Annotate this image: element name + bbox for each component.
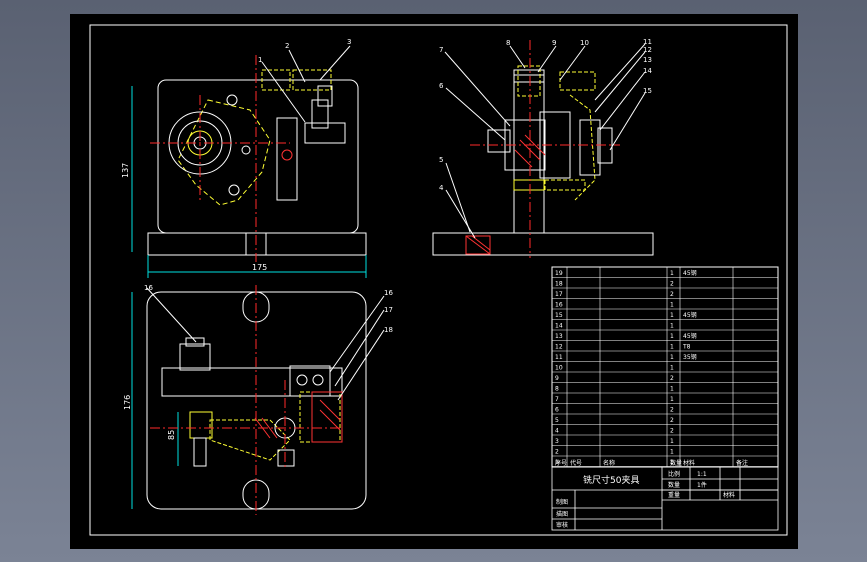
balloon-side-6: 6: [439, 82, 444, 90]
bom-cell-qty: 1: [670, 344, 674, 351]
scale-label: 比例: [668, 470, 680, 478]
bom-cell-qty: 1: [670, 270, 674, 277]
sheet-value: 1件: [697, 481, 707, 489]
bom-cell-no: 2: [555, 449, 559, 456]
balloon-side-4: 4: [439, 184, 444, 192]
bom-cell-qty: 2: [670, 291, 674, 298]
plan-inner-dim: 85: [167, 430, 176, 440]
designer-label: 制图: [556, 498, 568, 506]
bom-cell-qty: 1: [670, 333, 674, 340]
balloon-side-14: 14: [643, 67, 652, 75]
bom-header-cell: 名称: [603, 459, 615, 467]
balloon-front-3: 3: [347, 38, 351, 46]
balloon-side-5: 5: [439, 156, 443, 164]
balloon-plan-17: 17: [384, 306, 393, 314]
bom-header-cell: 材料: [683, 459, 695, 467]
bom-header-cell: 序号: [555, 459, 567, 467]
bom-cell-qty: 1: [670, 386, 674, 393]
front-height-dim: 137: [121, 163, 130, 178]
balloon-side-9: 9: [552, 39, 556, 47]
bom-cell-material: 45钢: [683, 269, 697, 277]
bom-cell-material: 35钢: [683, 353, 697, 361]
weight-label: 重量: [668, 491, 680, 499]
bom-cell-no: 10: [555, 365, 563, 372]
bom-cell-qty: 1: [670, 396, 674, 403]
bom-cell-qty: 1: [670, 449, 674, 456]
bom-header-cell: 数量: [670, 459, 682, 467]
cad-viewport: 137 175 1 2 3 4 5 6 7 8 9 10 11 12 13 14…: [70, 14, 798, 549]
bom-cell-qty: 1: [670, 365, 674, 372]
checker-label: 描图: [556, 510, 568, 518]
bom-cell-no: 6: [555, 407, 559, 414]
bom-cell-no: 16: [555, 302, 563, 309]
bom-cell-no: 5: [555, 417, 559, 424]
bom-cell-no: 18: [555, 281, 563, 288]
bom-cell-material: 45钢: [683, 332, 697, 340]
drawing-title: 铣尺寸50夹具: [583, 474, 639, 486]
plan-height-dim: 176: [123, 395, 132, 410]
bom-cell-qty: 1: [670, 354, 674, 361]
bom-cell-qty: 2: [670, 375, 674, 382]
balloon-side-10: 10: [580, 39, 589, 47]
balloon-side-15: 15: [643, 87, 652, 95]
balloon-front-2: 2: [285, 42, 289, 50]
balloon-side-8: 8: [506, 39, 510, 47]
bom-cell-qty: 1: [670, 323, 674, 330]
bom-cell-no: 11: [555, 354, 563, 361]
bom-cell-qty: 2: [670, 428, 674, 435]
bom-cell-no: 15: [555, 312, 563, 319]
bom-cell-material: T8: [682, 344, 691, 351]
bom-cell-no: 13: [555, 333, 563, 340]
material-label: 材料: [723, 491, 735, 499]
sheet-label: 数量: [668, 481, 680, 489]
bom-cell-material: 45钢: [683, 311, 697, 319]
bom-cell-qty: 2: [670, 281, 674, 288]
balloon-plan-18: 18: [384, 326, 393, 334]
bom-cell-no: 7: [555, 396, 559, 403]
balloon-plan-16a: 16: [144, 284, 153, 292]
scale-value: 1:1: [697, 471, 707, 478]
balloon-side-12: 12: [643, 46, 652, 54]
balloon-front-1: 1: [258, 56, 262, 64]
bom-cell-no: 14: [555, 323, 563, 330]
bom-cell-qty: 1: [670, 312, 674, 319]
bom-cell-no: 3: [555, 438, 559, 445]
drawing-sheet: [70, 14, 798, 549]
bom-cell-no: 8: [555, 386, 559, 393]
approver-label: 审核: [556, 521, 568, 529]
bom-cell-qty: 1: [670, 302, 674, 309]
bom-cell-no: 9: [555, 375, 559, 382]
bom-header-cell: 备注: [736, 459, 748, 467]
bom-cell-qty: 2: [670, 407, 674, 414]
bom-cell-no: 19: [555, 270, 563, 277]
balloon-side-13: 13: [643, 56, 652, 64]
bom-cell-no: 17: [555, 291, 563, 298]
balloon-side-7: 7: [439, 46, 443, 54]
bom-cell-qty: 2: [670, 417, 674, 424]
bom-cell-no: 4: [555, 428, 559, 435]
bom-cell-no: 12: [555, 344, 563, 351]
front-width-dim: 175: [252, 263, 267, 272]
balloon-side-11: 11: [643, 38, 652, 46]
bom-cell-qty: 1: [670, 438, 674, 445]
bom-header-cell: 代号: [570, 459, 582, 467]
balloon-plan-16b: 16: [384, 289, 393, 297]
